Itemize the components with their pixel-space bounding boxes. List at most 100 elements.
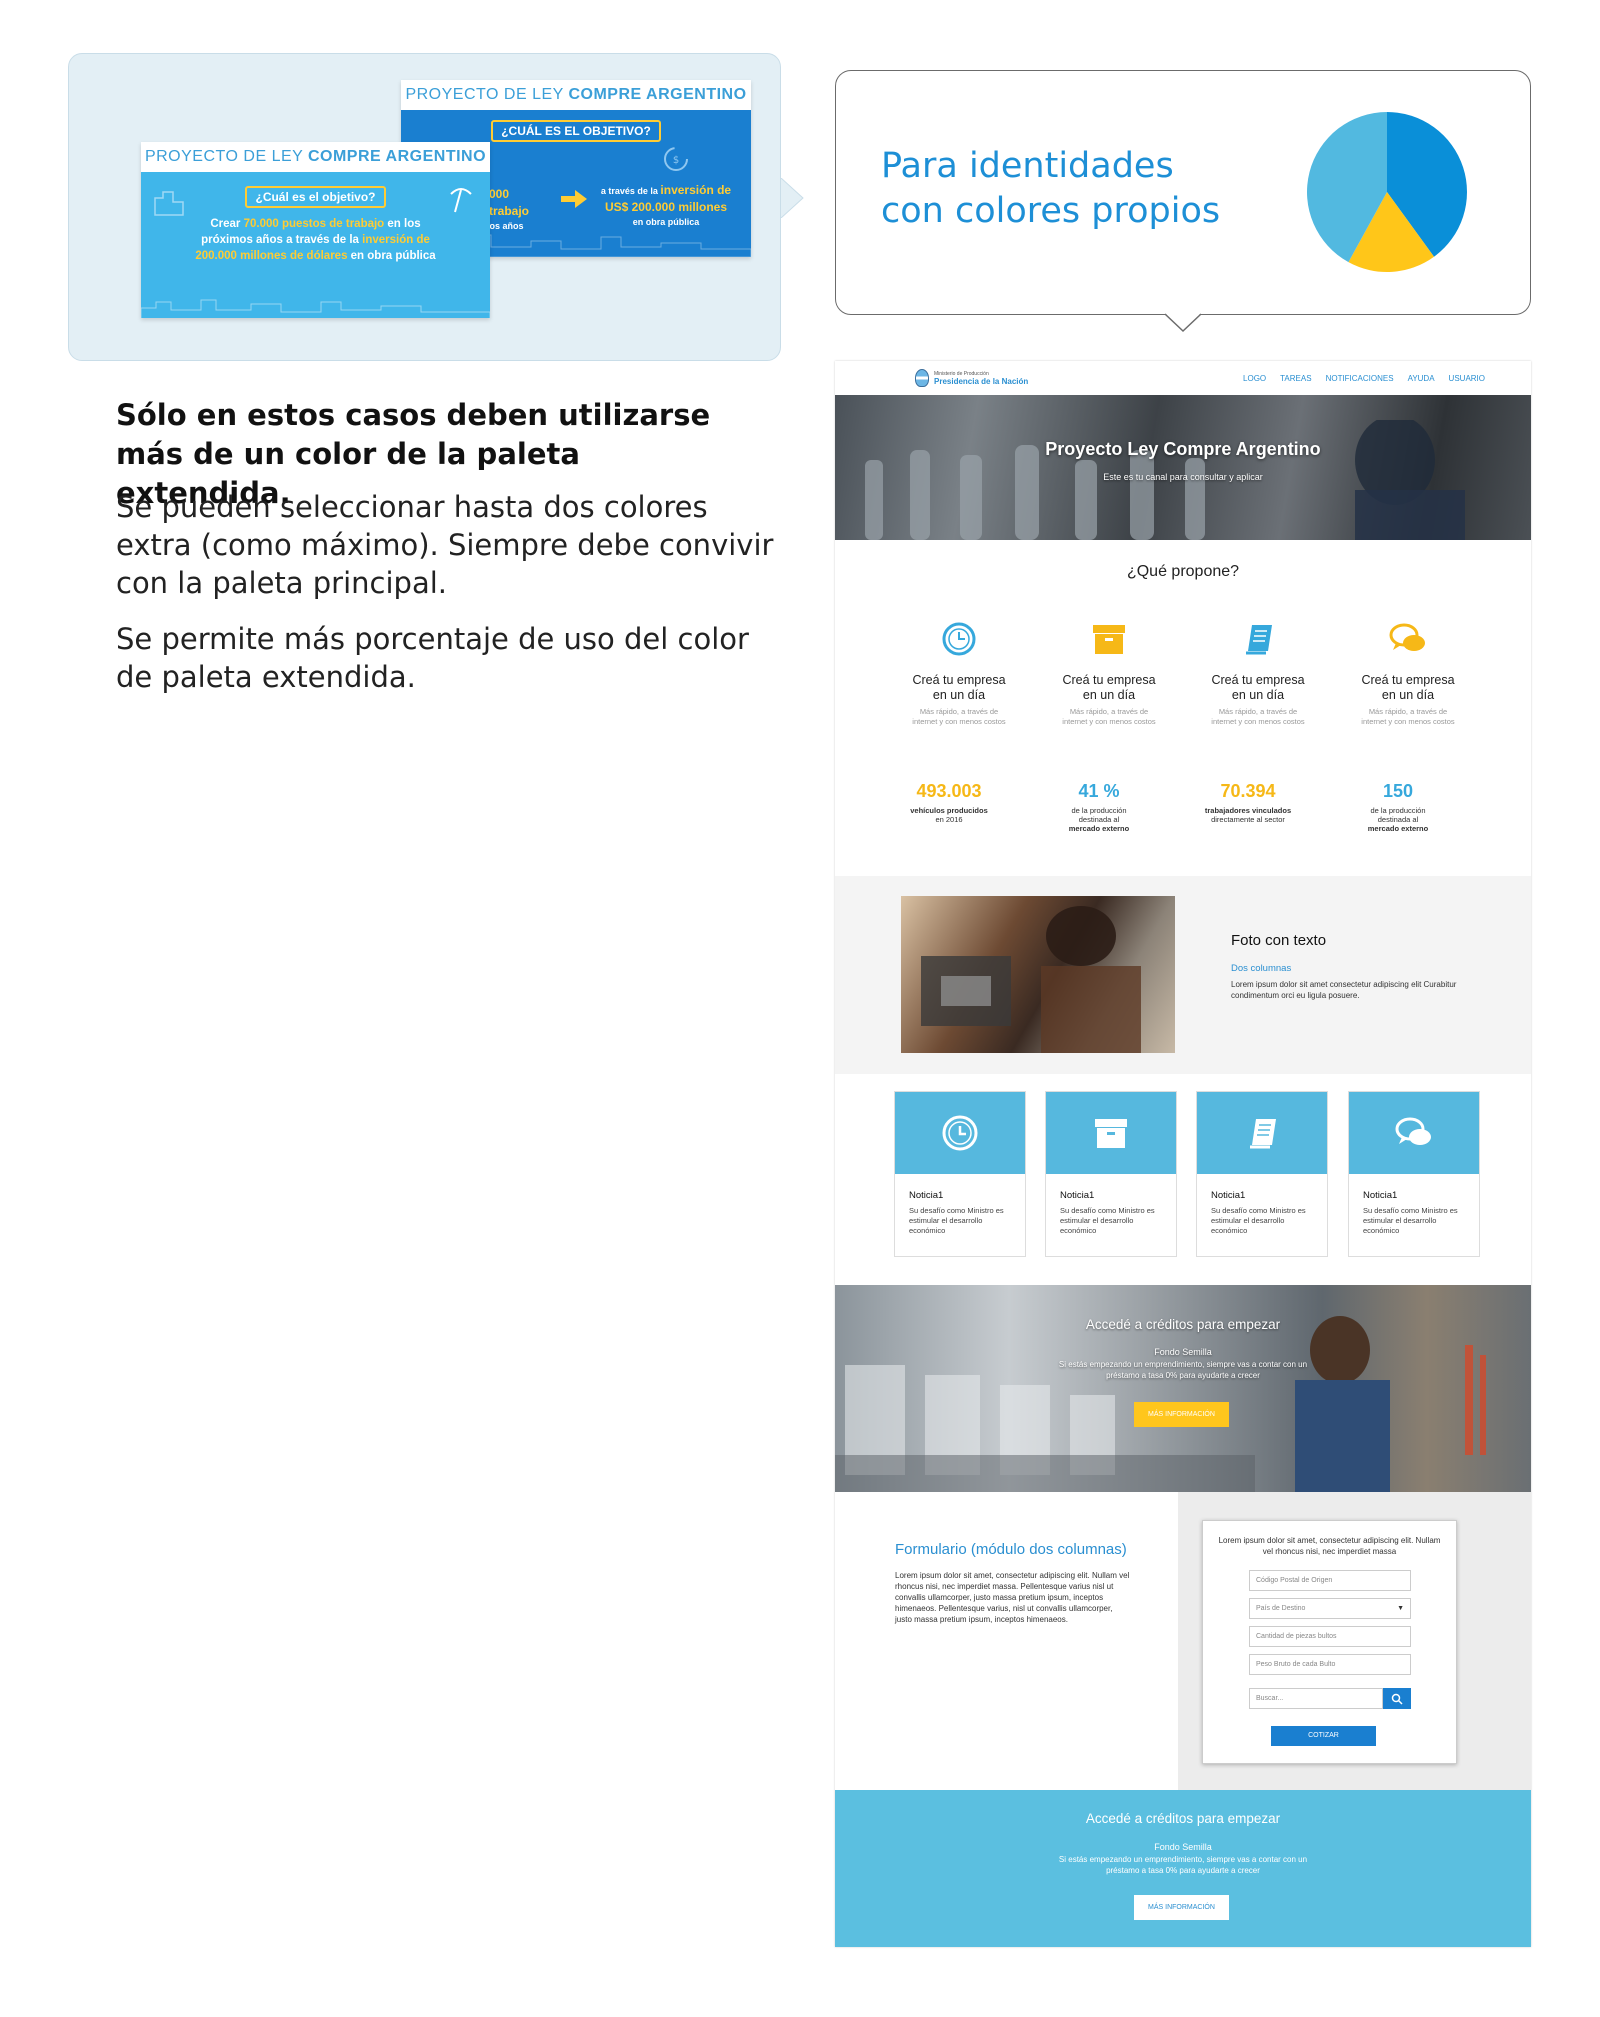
feature-title: Creá tu empresa — [1361, 673, 1455, 687]
feature-desc: internet y con menos costos — [1361, 717, 1455, 726]
feature-title: en un día — [1231, 688, 1285, 702]
news-card[interactable]: Noticia1 Su desafío como Ministro es est… — [1045, 1091, 1177, 1257]
credit-desc: Si estás empezando un emprendimiento, si… — [835, 1359, 1531, 1381]
more-info-button[interactable]: MÁS INFORMACIÓN — [1134, 1895, 1229, 1920]
pickaxe-icon — [450, 188, 472, 213]
news-card[interactable]: Noticia1 Su desafío como Ministro es est… — [1348, 1091, 1480, 1257]
paragraph-1: Se pueden seleccionar hasta dos colores … — [116, 490, 774, 600]
menu-item-tareas[interactable]: TAREAS — [1280, 374, 1311, 383]
photo-section-text: Lorem ipsum dolor sit amet consectetur a… — [1231, 980, 1457, 1000]
callout-title-line1: Para identidades — [881, 146, 1174, 186]
hero-title: Proyecto Ley Compre Argentino — [1045, 439, 1321, 459]
destination-select[interactable]: País de Destino ▼ — [1249, 1598, 1411, 1619]
credit-title: Accedé a créditos para empezar — [1085, 1811, 1281, 1826]
stat-label: mercado externo — [1068, 824, 1130, 833]
slide-title-bold: COMPRE ARGENTINO — [568, 86, 747, 103]
postal-code-field[interactable]: Código Postal de Origen — [1249, 1570, 1411, 1591]
slide-title-thin: PROYECTO DE LEY — [144, 148, 308, 165]
section-title: ¿Qué propone? — [1126, 563, 1240, 580]
feature-desc: Más rápido, a través de — [919, 707, 999, 716]
archive-icon — [1095, 1119, 1127, 1148]
slide-front-l3b: en obra pública — [347, 250, 436, 263]
credit-title: Accedé a créditos para empezar — [1085, 1317, 1281, 1332]
stat-label: destinada al — [1377, 815, 1419, 824]
colors-callout: Para identidades con colores propios — [835, 70, 1531, 315]
hero-subtitle: Este es tu canal para consultar y aplica… — [1103, 472, 1263, 482]
credit-desc-line: préstamo a tasa 0% para ayudarte a crece… — [1106, 1371, 1260, 1380]
menu-item-logo[interactable]: LOGO — [1243, 374, 1266, 383]
slide-title-bold: COMPRE ARGENTINO — [307, 148, 487, 165]
news-card[interactable]: Noticia1 Su desafío como Ministro es est… — [1196, 1091, 1328, 1257]
skyline-illustration — [141, 299, 490, 318]
menu-item-usuario[interactable]: USUARIO — [1449, 374, 1485, 383]
news-card-desc: Su desafío como Ministro es estimular el… — [1363, 1206, 1458, 1235]
feature-desc: internet y con menos costos — [1211, 717, 1305, 726]
news-card-title: Noticia1 — [1363, 1190, 1398, 1201]
stat-item: 41 % de la producción destinada al mercado… — [1025, 781, 1173, 833]
clock-icon — [942, 1115, 978, 1151]
callout-title: Para identidades con colores propios — [881, 144, 1220, 234]
credit-desc-line: Si estás empezando un emprendimiento, si… — [1058, 1855, 1308, 1864]
feature-item: Creá tu empresa en un día Más rápido, a t… — [1334, 619, 1482, 727]
logo-presidencia: Presidencia de la Nación — [934, 376, 1029, 386]
feature-desc: Más rápido, a través de — [1368, 707, 1448, 716]
website-mockup: Ministerio de Producción Presidencia de … — [835, 361, 1531, 1947]
menu-item-ayuda[interactable]: AYUDA — [1408, 374, 1435, 383]
stat-label: vehículos producidos — [910, 806, 988, 815]
feature-desc: Más rápido, a través de — [1218, 707, 1298, 716]
stat-label: trabajadores vinculados — [1204, 806, 1292, 815]
photo-text-section: Foto con texto Dos columnas Lorem ipsum … — [835, 876, 1531, 1074]
search-input[interactable]: Buscar... — [1249, 1688, 1383, 1709]
site-logo[interactable]: Ministerio de Producción Presidencia de … — [915, 369, 1028, 387]
feature-desc: internet y con menos costos — [912, 717, 1006, 726]
slide-front-pill: ¿Cuál es el objetivo? — [245, 186, 386, 208]
feature-title: Creá tu empresa — [912, 673, 1006, 687]
hero-banner: Proyecto Ley Compre Argentino Este es tu… — [835, 395, 1531, 540]
destination-placeholder: País de Destino — [1256, 1605, 1306, 1612]
menu-item-notificaciones[interactable]: NOTIFICACIONES — [1326, 374, 1394, 383]
more-info-button[interactable]: MÁS INFORMACIÓN — [1134, 1402, 1229, 1427]
slide-back-pill: ¿CUÁL ES EL OBJETIVO? — [491, 120, 661, 142]
slide-back-r1-hl: inversión de — [660, 183, 732, 197]
slide-front: PROYECTO DE LEY COMPRE ARGENTINO ¿Cuál e… — [141, 142, 490, 318]
news-card-title: Noticia1 — [1211, 1190, 1246, 1201]
credit-subtitle: Fondo Semilla — [1154, 1842, 1212, 1852]
worker-photo — [901, 896, 1175, 1053]
weight-field[interactable]: Peso Bruto de cada Bulto — [1249, 1654, 1411, 1675]
quantity-field[interactable]: Cantidad de piezas bultos — [1249, 1626, 1411, 1647]
form-section: Formulario (módulo dos columnas) Lorem i… — [835, 1492, 1531, 1790]
slide-back-r2: US$ 200.000 millones — [604, 200, 728, 215]
news-card-desc: Su desafío como Ministro es estimular el… — [1211, 1206, 1306, 1235]
search-icon — [1391, 1693, 1403, 1705]
feature-item: Creá tu empresa en un día Más rápido, a t… — [1035, 619, 1183, 727]
stat-value: 70.394 — [1220, 781, 1276, 801]
quote-button[interactable]: COTIZAR — [1271, 1726, 1376, 1746]
slide-front-l2b: inversión de — [362, 234, 430, 247]
credit-desc-line: préstamo a tasa 0% para ayudarte a crece… — [1106, 1866, 1260, 1875]
slide-front-l1b: 70.000 puestos de trabajo — [243, 218, 385, 230]
stat-value: 493.003 — [916, 781, 982, 801]
stat-label: destinada al — [1078, 815, 1120, 824]
chat-icon — [1395, 1117, 1431, 1145]
book-icon — [1250, 1119, 1276, 1149]
feature-title: Creá tu empresa — [1211, 673, 1305, 687]
building-icon — [154, 191, 184, 216]
stat-label: directamente al sector — [1211, 815, 1285, 824]
news-card[interactable]: Noticia1 Su desafío como Ministro es est… — [894, 1091, 1026, 1257]
search-button[interactable] — [1383, 1688, 1411, 1709]
quantity-placeholder: Cantidad de piezas bultos — [1256, 1633, 1337, 1640]
stat-label: de la producción — [1071, 806, 1127, 815]
callout-tail — [1165, 313, 1201, 333]
news-card-desc: Su desafío como Ministro es estimular el… — [1060, 1206, 1155, 1235]
photo-section-subtitle: Dos columnas — [1231, 963, 1292, 974]
slide-front-l1c: en los — [384, 218, 421, 230]
stat-item: 70.394 trabajadores vinculados directamen… — [1174, 781, 1322, 824]
stat-label: mercado externo — [1367, 824, 1429, 833]
emblem-icon — [915, 369, 929, 387]
news-card-title: Noticia1 — [1060, 1190, 1095, 1201]
stat-value: 150 — [1382, 781, 1414, 801]
callout-tail — [781, 178, 804, 218]
feature-title: Creá tu empresa — [1062, 673, 1156, 687]
feature-desc: internet y con menos costos — [1062, 717, 1156, 726]
news-card-desc: Su desafío como Ministro es estimular el… — [909, 1206, 1004, 1235]
